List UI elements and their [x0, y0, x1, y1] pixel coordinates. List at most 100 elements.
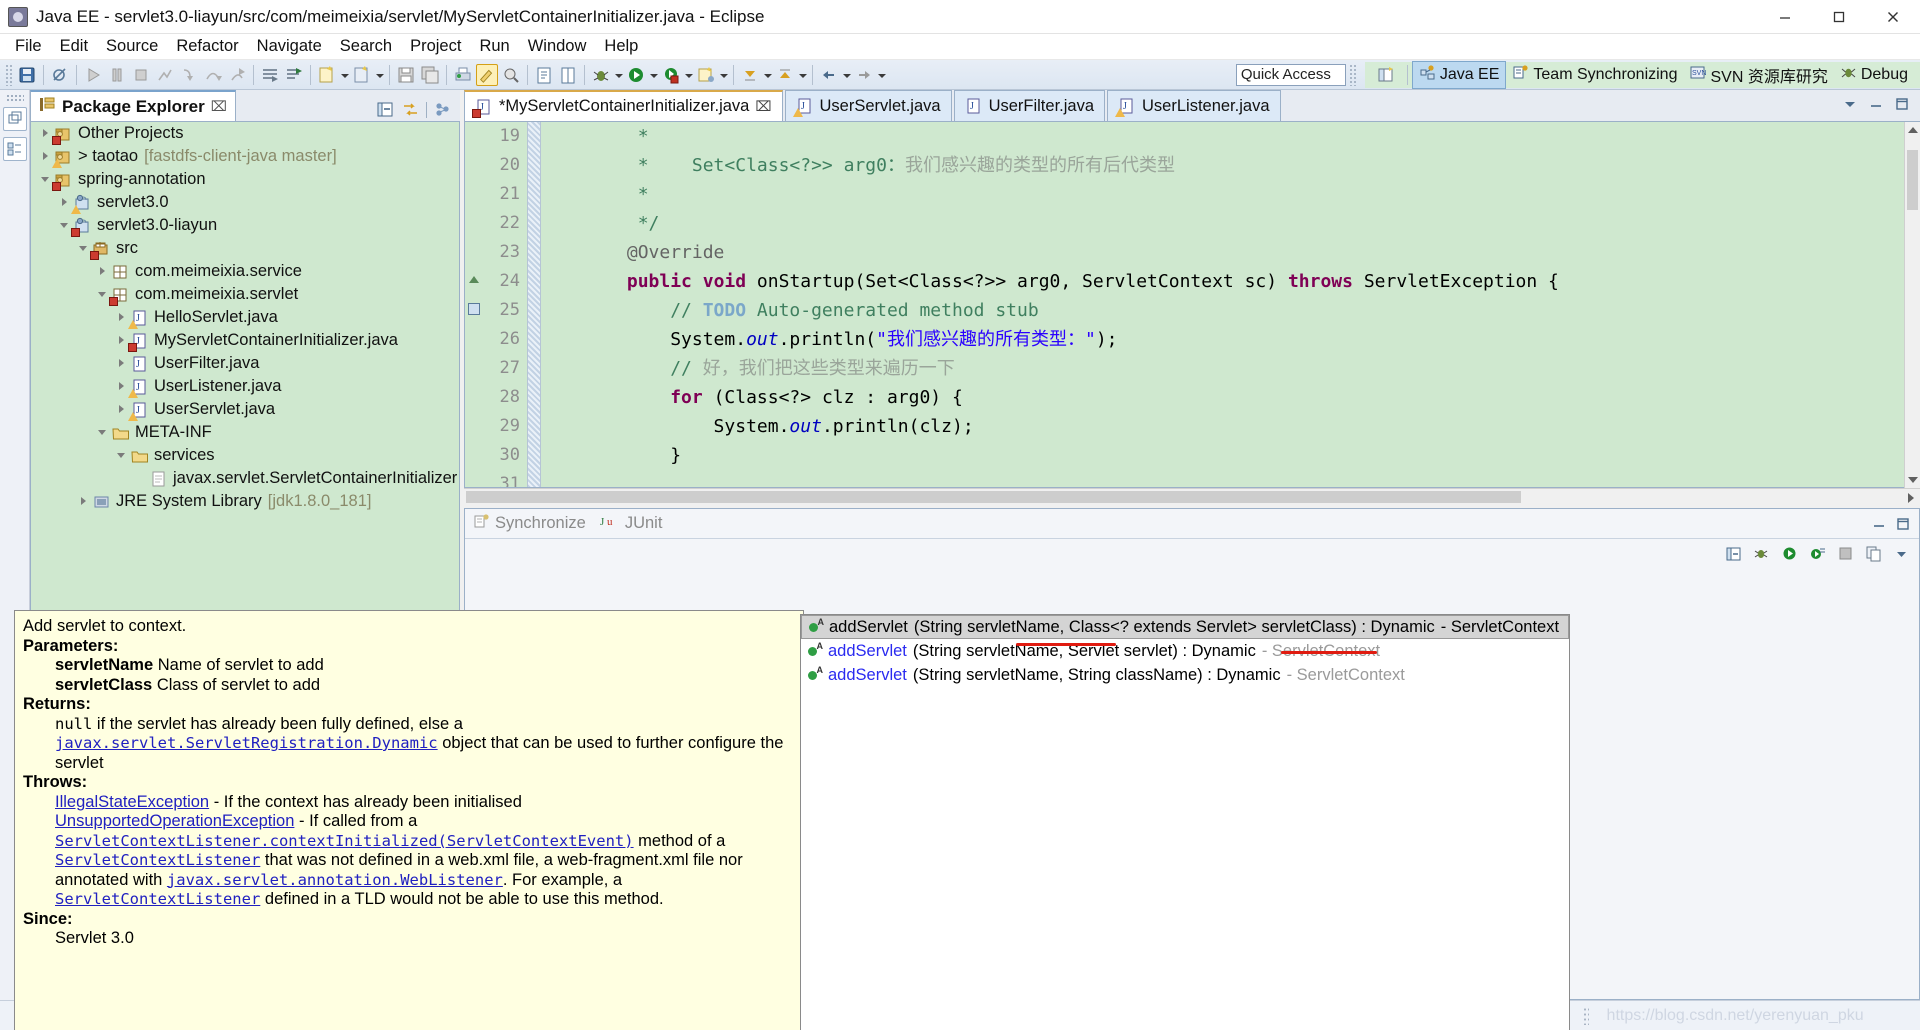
chevron-right-icon[interactable]: [77, 495, 91, 509]
copy-icon[interactable]: [1865, 545, 1881, 562]
search-icon[interactable]: [500, 64, 522, 86]
fast-view-grip[interactable]: [5, 94, 24, 101]
tree-item[interactable]: javax.servlet.ServletContainerInitialize…: [31, 467, 459, 490]
code-line[interactable]: */: [551, 209, 1919, 238]
resume-icon[interactable]: [82, 64, 104, 86]
perspective-team-synchronizing[interactable]: Team Synchronizing: [1506, 62, 1683, 88]
save-file-icon[interactable]: [395, 64, 417, 86]
marker-cell[interactable]: [465, 325, 485, 354]
proposal-item[interactable]: addServlet(String servletName, Servlet s…: [801, 639, 1569, 663]
step-over-icon[interactable]: [202, 64, 224, 86]
javadoc-link[interactable]: javax.servlet.annotation.WebListener: [167, 871, 503, 889]
javadoc-link[interactable]: ServletContextListener: [55, 851, 260, 869]
back-dropdown-icon[interactable]: [841, 64, 852, 86]
run-history-icon[interactable]: [1809, 545, 1825, 561]
javadoc-link[interactable]: javax.servlet.ServletRegistration.Dynami…: [55, 734, 438, 752]
editor-tab[interactable]: J *MyServletContainerInitializer.java ⌧: [464, 90, 783, 121]
menu-item-edit[interactable]: Edit: [51, 35, 97, 58]
override-marker-icon[interactable]: [469, 276, 479, 283]
code-line[interactable]: // 好，我们把这些类型来遍历一下: [551, 354, 1919, 383]
menu-item-help[interactable]: Help: [595, 35, 647, 58]
tree-item[interactable]: > taotao [fastdfs-client-java master]: [31, 145, 459, 168]
editor-tab[interactable]: J UserListener.java: [1107, 90, 1281, 121]
tree-item[interactable]: JRE System Library [jdk1.8.0_181]: [31, 490, 459, 513]
minimize-editor-icon[interactable]: [1868, 96, 1884, 117]
editor-tab[interactable]: J UserServlet.java: [784, 90, 952, 121]
tree-item[interactable]: J UserFilter.java: [31, 352, 459, 375]
scroll-up-arrow-icon[interactable]: [1908, 127, 1918, 133]
code-line[interactable]: System.out.println("我们感兴趣的所有类型：");: [551, 325, 1919, 354]
run-icon[interactable]: [625, 64, 647, 86]
tree-item[interactable]: J UserServlet.java: [31, 398, 459, 421]
terminate-icon[interactable]: [130, 64, 152, 86]
javadoc-link[interactable]: ServletContextListener.contextInitialize…: [55, 832, 634, 850]
stop-icon[interactable]: [1837, 545, 1853, 561]
toolbar-grip[interactable]: [5, 63, 12, 86]
tree-item[interactable]: META-INF: [31, 421, 459, 444]
perspective-grip[interactable]: [1348, 63, 1356, 86]
maximize-editor-icon[interactable]: [1894, 96, 1910, 117]
chevron-right-icon[interactable]: [96, 265, 110, 279]
external-tools-icon[interactable]: [695, 64, 717, 86]
marker-cell[interactable]: [465, 354, 485, 383]
code-line[interactable]: System.out.println(clz);: [551, 412, 1919, 441]
new-wizard-icon[interactable]: [316, 64, 338, 86]
skip-breakpoints-icon[interactable]: [49, 64, 71, 86]
tab-package-explorer[interactable]: Package Explorer ⌧: [30, 90, 236, 121]
menu-item-navigate[interactable]: Navigate: [248, 35, 331, 58]
code-line[interactable]: * Set<Class<?>> arg0：我们感兴趣的类型的所有后代类型: [551, 151, 1919, 180]
next-annotation-dropdown-icon[interactable]: [762, 64, 773, 86]
debug-dropdown-icon[interactable]: [613, 64, 624, 86]
chevron-right-icon[interactable]: [39, 127, 53, 141]
perspective-debug[interactable]: Debug: [1834, 62, 1914, 88]
marker-cell[interactable]: [465, 180, 485, 209]
editor-horizontal-scrollbar[interactable]: [464, 488, 1920, 505]
code-line[interactable]: public void onStartup(Set<Class<?>> arg0…: [551, 267, 1919, 296]
perspective-svn[interactable]: SVN SVN 资源库研究: [1683, 61, 1833, 89]
restore-view-icon[interactable]: [2, 107, 27, 131]
vertical-scroll-thumb[interactable]: [1907, 150, 1918, 210]
chevron-right-icon[interactable]: [115, 334, 129, 348]
content-assist-popup[interactable]: addServlet (String servletName, Class<? e…: [800, 614, 1570, 1030]
marker-cell[interactable]: [465, 470, 485, 487]
debug-icon[interactable]: [1753, 545, 1769, 561]
forward-icon[interactable]: [853, 64, 875, 86]
editor-view-menu-icon[interactable]: [1842, 96, 1858, 117]
code-line[interactable]: *: [551, 122, 1919, 151]
marker-cell[interactable]: [465, 209, 485, 238]
proposal-item[interactable]: addServlet (String servletName, String cl…: [801, 663, 1569, 687]
code-line[interactable]: @Override: [551, 238, 1919, 267]
maximize-button[interactable]: [1812, 0, 1866, 34]
chevron-down-icon[interactable]: [115, 449, 129, 463]
disconnect-icon[interactable]: [154, 64, 176, 86]
tree-item[interactable]: J UserListener.java: [31, 375, 459, 398]
chevron-right-icon[interactable]: [115, 311, 129, 325]
print-icon[interactable]: [452, 64, 474, 86]
close-button[interactable]: [1866, 0, 1920, 34]
forward-dropdown-icon[interactable]: [876, 64, 887, 86]
marker-cell[interactable]: [465, 122, 485, 151]
tree-item[interactable]: servlet3.0: [31, 191, 459, 214]
marker-bar[interactable]: [465, 122, 485, 487]
chevron-right-icon[interactable]: [115, 357, 129, 371]
new-wizard-dropdown-icon[interactable]: [339, 64, 350, 86]
chevron-right-icon[interactable]: [115, 380, 129, 394]
package-explorer-fastview-icon[interactable]: [2, 137, 27, 161]
new-task-icon[interactable]: [283, 64, 305, 86]
chevron-right-icon[interactable]: [58, 196, 72, 210]
editor-tab[interactable]: J UserFilter.java: [953, 90, 1106, 121]
maximize-view-icon[interactable]: [1895, 516, 1911, 532]
chevron-down-icon[interactable]: [58, 219, 72, 233]
menu-item-search[interactable]: Search: [331, 35, 401, 58]
close-icon[interactable]: ⌧: [211, 98, 227, 115]
save-icon[interactable]: [16, 64, 38, 86]
tree-item[interactable]: servlet3.0-liayun: [31, 214, 459, 237]
perspective-java-ee[interactable]: Java EE: [1411, 60, 1507, 89]
code-line[interactable]: [551, 470, 1919, 487]
new-java-class-dropdown-icon[interactable]: [374, 64, 385, 86]
chevron-down-icon[interactable]: [39, 173, 53, 187]
marker-cell[interactable]: [465, 383, 485, 412]
tree-item[interactable]: J HelloServlet.java: [31, 306, 459, 329]
minimize-button[interactable]: [1758, 0, 1812, 34]
tree-item[interactable]: com.meimeixia.service: [31, 260, 459, 283]
